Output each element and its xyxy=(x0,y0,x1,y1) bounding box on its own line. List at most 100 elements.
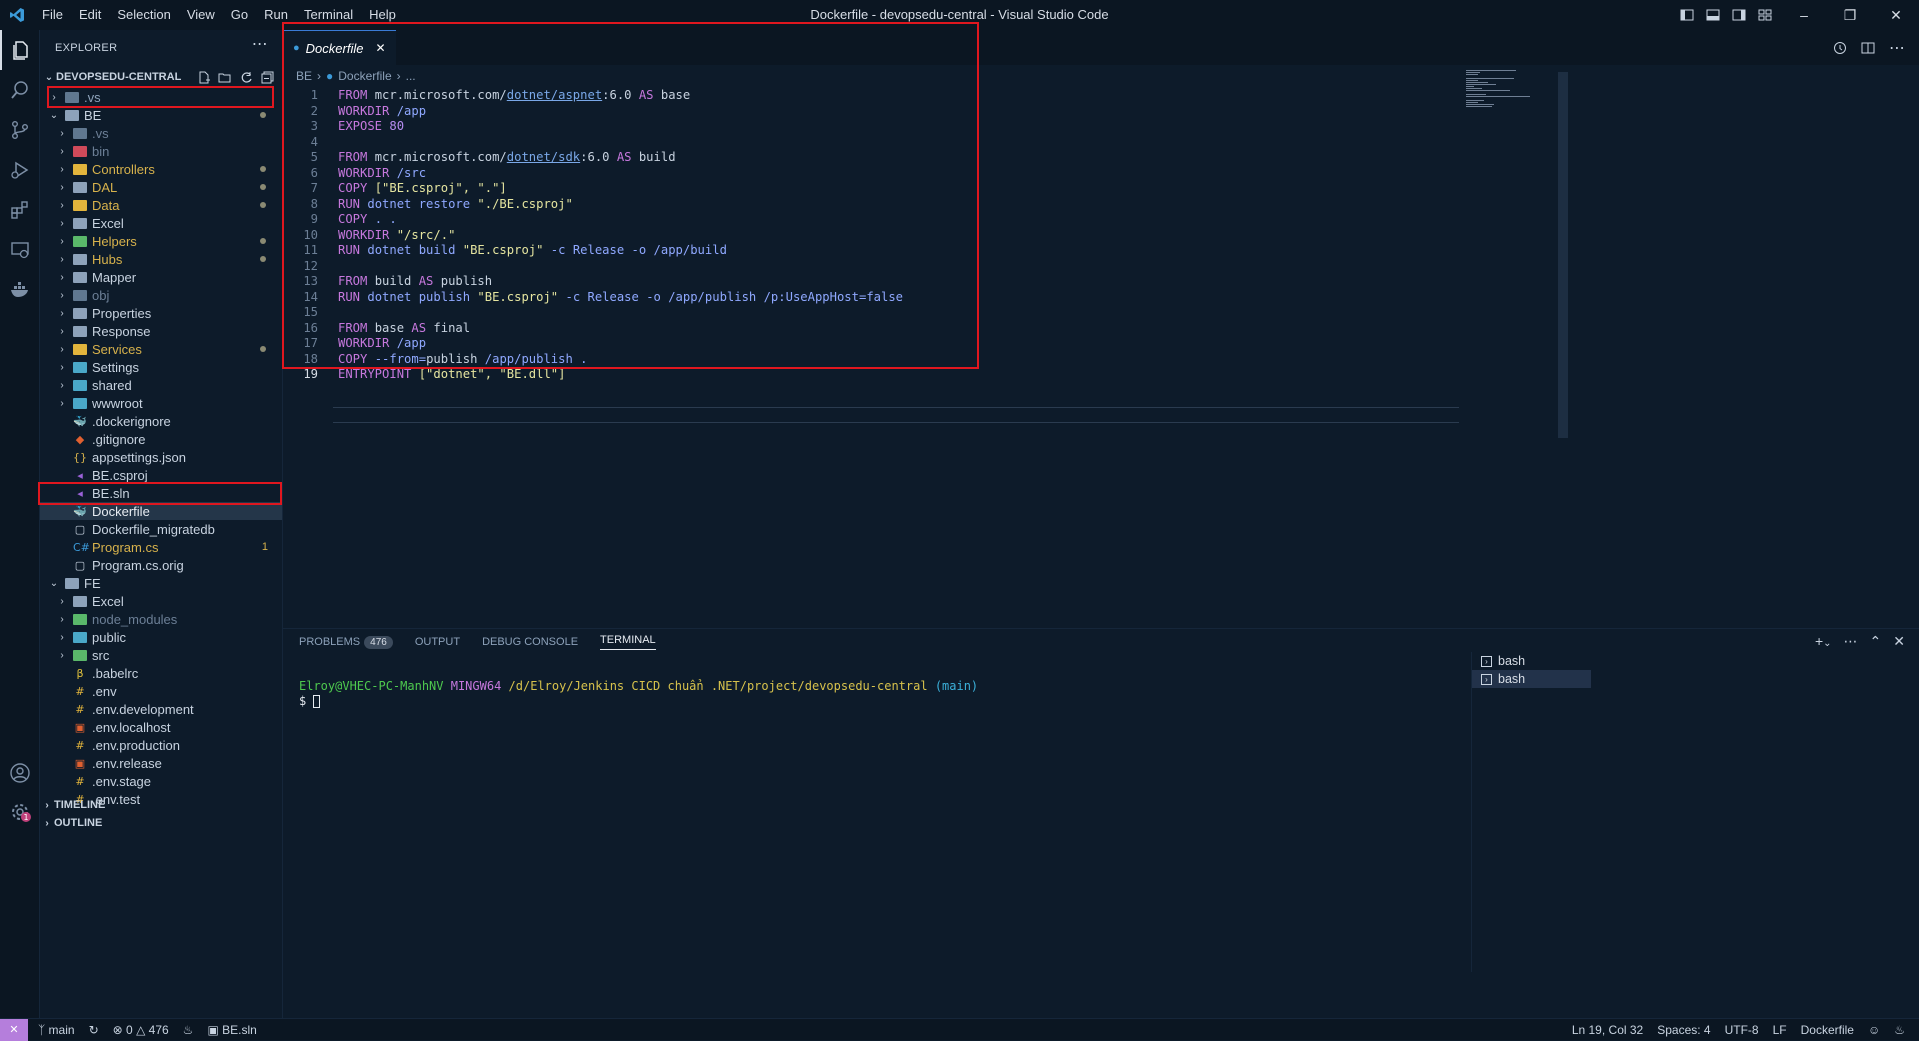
encoding[interactable]: UTF-8 xyxy=(1725,1023,1759,1037)
customize-layout-icon[interactable] xyxy=(1758,8,1772,22)
breadcrumb-item[interactable]: ... xyxy=(406,69,416,83)
outline-section[interactable]: › OUTLINE xyxy=(40,814,282,832)
tree-folder[interactable]: › Hubs xyxy=(40,250,282,268)
search-icon[interactable] xyxy=(0,70,40,110)
branch-indicator[interactable]: ᛉ main xyxy=(38,1023,75,1037)
menu-selection[interactable]: Selection xyxy=(109,0,178,30)
tree-folder[interactable]: › bin xyxy=(40,142,282,160)
timeline-section[interactable]: › TIMELINE xyxy=(40,796,282,814)
collapse-all-icon[interactable] xyxy=(261,71,274,84)
feedback-icon[interactable]: ☺ xyxy=(1868,1023,1880,1037)
language-mode[interactable]: Dockerfile xyxy=(1801,1023,1854,1037)
tree-folder[interactable]: › Mapper xyxy=(40,268,282,286)
tree-file[interactable]: ▢ Program.cs.orig xyxy=(40,556,282,574)
source-control-icon[interactable] xyxy=(0,110,40,150)
tree-folder[interactable]: › Services xyxy=(40,340,282,358)
tree-folder[interactable]: › shared xyxy=(40,376,282,394)
tree-file[interactable]: 🐳 Dockerfile xyxy=(40,502,282,520)
close-tab-icon[interactable]: ✕ xyxy=(375,41,385,55)
tree-file[interactable]: # .env.production xyxy=(40,736,282,754)
tree-folder[interactable]: › wwwroot xyxy=(40,394,282,412)
tree-file[interactable]: {} appsettings.json xyxy=(40,448,282,466)
solution-indicator[interactable]: ▣ BE.sln xyxy=(207,1023,256,1037)
tree-folder[interactable]: › .vs xyxy=(40,124,282,142)
menu-view[interactable]: View xyxy=(179,0,223,30)
tree-file[interactable]: C# Program.cs 1 xyxy=(40,538,282,556)
menu-edit[interactable]: Edit xyxy=(71,0,109,30)
menu-run[interactable]: Run xyxy=(256,0,296,30)
tree-folder[interactable]: › Data xyxy=(40,196,282,214)
tab-dockerfile[interactable]: ● Dockerfile ✕ xyxy=(283,30,396,65)
docker-icon[interactable] xyxy=(0,270,40,310)
menu-file[interactable]: File xyxy=(34,0,71,30)
maximize-panel-icon[interactable]: ⌃ xyxy=(1870,633,1882,650)
indentation[interactable]: Spaces: 4 xyxy=(1657,1023,1710,1037)
split-editor-icon[interactable] xyxy=(1861,41,1875,55)
editor-scrollbar[interactable] xyxy=(1558,72,1568,438)
problems-indicator[interactable]: ⊗ 0 △ 476 xyxy=(113,1023,169,1037)
tree-folder[interactable]: › src xyxy=(40,646,282,664)
tree-folder[interactable]: › obj xyxy=(40,286,282,304)
tree-folder[interactable]: › Response xyxy=(40,322,282,340)
sync-icon[interactable]: ↻ xyxy=(89,1023,99,1037)
more-actions-icon[interactable]: ⋯ xyxy=(252,34,268,54)
menu-terminal[interactable]: Terminal xyxy=(296,0,361,30)
workspace-root[interactable]: ⌄ DEVOPSEDU-CENTRAL xyxy=(40,66,282,88)
toggle-panel-icon[interactable] xyxy=(1706,8,1720,22)
tree-folder[interactable]: ⌄ BE xyxy=(40,106,282,124)
tree-file[interactable]: ◂ BE.csproj xyxy=(40,466,282,484)
terminal-item[interactable]: › bash xyxy=(1472,652,1591,670)
terminal-input-line[interactable]: $ xyxy=(299,694,978,709)
remote-indicator-icon[interactable]: ✕ xyxy=(0,1018,28,1041)
menu-help[interactable]: Help xyxy=(361,0,404,30)
tree-file[interactable]: β .babelrc xyxy=(40,664,282,682)
tree-folder[interactable]: ⌄ FE xyxy=(40,574,282,592)
terminal-item[interactable]: › bash xyxy=(1472,670,1591,688)
tree-file[interactable]: # .env.stage xyxy=(40,772,282,790)
notifications-bell-icon[interactable]: ♨ xyxy=(1894,1023,1905,1037)
minimize-icon[interactable]: – xyxy=(1781,0,1827,30)
remote-explorer-icon[interactable] xyxy=(0,230,40,270)
tree-folder[interactable]: › Properties xyxy=(40,304,282,322)
tree-folder[interactable]: › Controllers xyxy=(40,160,282,178)
tree-folder[interactable]: › Helpers xyxy=(40,232,282,250)
timeline-history-icon[interactable] xyxy=(1833,41,1847,55)
cursor-position[interactable]: Ln 19, Col 32 xyxy=(1572,1023,1643,1037)
explorer-icon[interactable] xyxy=(0,30,40,70)
terminal-output[interactable]: Elroy@VHEC-PC-ManhNV MINGW64 /d/Elroy/Je… xyxy=(299,679,978,709)
tree-file[interactable]: 🐳 .dockerignore xyxy=(40,412,282,430)
close-panel-icon[interactable]: ✕ xyxy=(1893,633,1905,650)
breadcrumb-item[interactable]: Dockerfile xyxy=(338,69,391,83)
close-icon[interactable]: ✕ xyxy=(1873,0,1919,30)
toggle-sidebar-icon[interactable] xyxy=(1680,8,1694,22)
refresh-icon[interactable] xyxy=(240,71,253,84)
tree-file[interactable]: ◆ .gitignore xyxy=(40,430,282,448)
end-of-line[interactable]: LF xyxy=(1773,1023,1787,1037)
run-debug-icon[interactable] xyxy=(0,150,40,190)
tree-file[interactable]: ◂ BE.sln xyxy=(40,484,282,502)
tree-file[interactable]: # .env xyxy=(40,682,282,700)
extensions-icon[interactable] xyxy=(0,190,40,230)
tree-folder[interactable]: › DAL xyxy=(40,178,282,196)
new-file-icon[interactable] xyxy=(197,71,210,84)
new-terminal-icon[interactable]: +⌄ xyxy=(1815,633,1832,650)
minimap[interactable] xyxy=(1466,70,1546,110)
tree-file[interactable]: ▢ Dockerfile_migratedb xyxy=(40,520,282,538)
tree-file[interactable]: ▣ .env.release xyxy=(40,754,282,772)
tree-folder[interactable]: › .vs xyxy=(40,88,282,106)
toggle-secondary-sidebar-icon[interactable] xyxy=(1732,8,1746,22)
tree-folder[interactable]: › Settings xyxy=(40,358,282,376)
tree-folder[interactable]: › node_modules xyxy=(40,610,282,628)
tab-terminal[interactable]: TERMINAL xyxy=(600,634,656,650)
tree-folder[interactable]: › public xyxy=(40,628,282,646)
maximize-icon[interactable]: ❐ xyxy=(1827,0,1873,30)
tree-folder[interactable]: › Excel xyxy=(40,214,282,232)
panel-more-icon[interactable]: ⋯ xyxy=(1844,633,1858,650)
new-folder-icon[interactable] xyxy=(218,71,232,84)
tab-problems[interactable]: PROBLEMS 476 xyxy=(299,636,393,649)
breadcrumb-item[interactable]: BE xyxy=(296,69,312,83)
tree-file[interactable]: # .env.development xyxy=(40,700,282,718)
editor-more-icon[interactable]: ⋯ xyxy=(1889,38,1905,58)
tree-folder[interactable]: › Excel xyxy=(40,592,282,610)
tab-debug-console[interactable]: DEBUG CONSOLE xyxy=(482,636,578,648)
